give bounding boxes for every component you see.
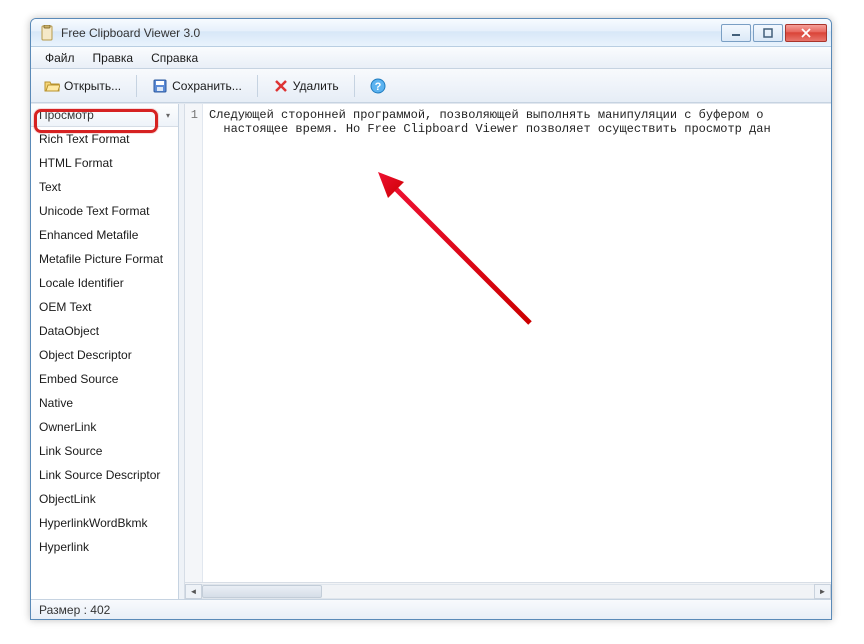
menu-file[interactable]: Файл [37, 49, 83, 67]
titlebar: Free Clipboard Viewer 3.0 [31, 19, 831, 47]
line-number: 1 [185, 108, 198, 122]
app-window: Free Clipboard Viewer 3.0 Файл Правка Сп… [30, 18, 832, 620]
list-item[interactable]: ObjectLink [31, 487, 178, 511]
line-gutter: 1 [185, 104, 203, 582]
list-item[interactable]: Native [31, 391, 178, 415]
list-item[interactable]: OEM Text [31, 295, 178, 319]
maximize-button[interactable] [753, 24, 783, 42]
delete-icon [273, 78, 289, 94]
scroll-thumb[interactable] [202, 585, 322, 598]
list-item[interactable]: Link Source [31, 439, 178, 463]
svg-text:?: ? [374, 81, 381, 93]
sidebar-header-label: Просмотр [39, 108, 94, 122]
app-icon [39, 25, 55, 41]
sidebar-header[interactable]: Просмотр ▾ [31, 104, 178, 127]
menu-help[interactable]: Справка [143, 49, 206, 67]
window-controls [721, 24, 827, 42]
help-button[interactable]: ? [363, 74, 393, 98]
toolbar-separator [354, 75, 355, 97]
open-button[interactable]: Открыть... [37, 74, 128, 98]
list-item[interactable]: HTML Format [31, 151, 178, 175]
minimize-button[interactable] [721, 24, 751, 42]
list-item[interactable]: Enhanced Metafile [31, 223, 178, 247]
folder-open-icon [44, 78, 60, 94]
list-item[interactable]: Unicode Text Format [31, 199, 178, 223]
scroll-right-arrow[interactable]: ► [814, 584, 831, 599]
menu-edit[interactable]: Правка [85, 49, 142, 67]
main-panel: 1 Следующей сторонней программой, позвол… [185, 104, 831, 599]
list-item[interactable]: Hyperlink [31, 535, 178, 559]
chevron-down-icon: ▾ [166, 111, 170, 120]
window-title: Free Clipboard Viewer 3.0 [61, 26, 721, 40]
scroll-track[interactable] [202, 584, 814, 599]
list-item[interactable]: Locale Identifier [31, 271, 178, 295]
list-item[interactable]: Object Descriptor [31, 343, 178, 367]
open-label: Открыть... [64, 79, 121, 93]
status-size-value: 402 [90, 603, 110, 617]
list-item[interactable]: Metafile Picture Format [31, 247, 178, 271]
content-area: Просмотр ▾ Rich Text FormatHTML FormatTe… [31, 103, 831, 599]
text-viewer: 1 Следующей сторонней программой, позвол… [185, 104, 831, 582]
delete-label: Удалить [293, 79, 339, 93]
format-list: Rich Text FormatHTML FormatTextUnicode T… [31, 127, 178, 559]
scroll-left-arrow[interactable]: ◄ [185, 584, 202, 599]
toolbar: Открыть... Сохранить... Удалить ? [31, 69, 831, 103]
statusbar: Размер : 402 [31, 599, 831, 619]
save-icon [152, 78, 168, 94]
toolbar-separator [257, 75, 258, 97]
format-sidebar: Просмотр ▾ Rich Text FormatHTML FormatTe… [31, 104, 179, 599]
save-button[interactable]: Сохранить... [145, 74, 249, 98]
list-item[interactable]: HyperlinkWordBkmk [31, 511, 178, 535]
delete-button[interactable]: Удалить [266, 74, 346, 98]
toolbar-separator [136, 75, 137, 97]
horizontal-scrollbar[interactable]: ◄ ► [185, 582, 831, 599]
text-content[interactable]: Следующей сторонней программой, позволяю… [203, 104, 831, 582]
list-item[interactable]: DataObject [31, 319, 178, 343]
close-button[interactable] [785, 24, 827, 42]
list-item[interactable]: OwnerLink [31, 415, 178, 439]
status-size-label: Размер : [39, 603, 87, 617]
list-item[interactable]: Text [31, 175, 178, 199]
list-item[interactable]: Link Source Descriptor [31, 463, 178, 487]
list-item[interactable]: Rich Text Format [31, 127, 178, 151]
help-icon: ? [370, 78, 386, 94]
menubar: Файл Правка Справка [31, 47, 831, 69]
save-label: Сохранить... [172, 79, 242, 93]
list-item[interactable]: Embed Source [31, 367, 178, 391]
